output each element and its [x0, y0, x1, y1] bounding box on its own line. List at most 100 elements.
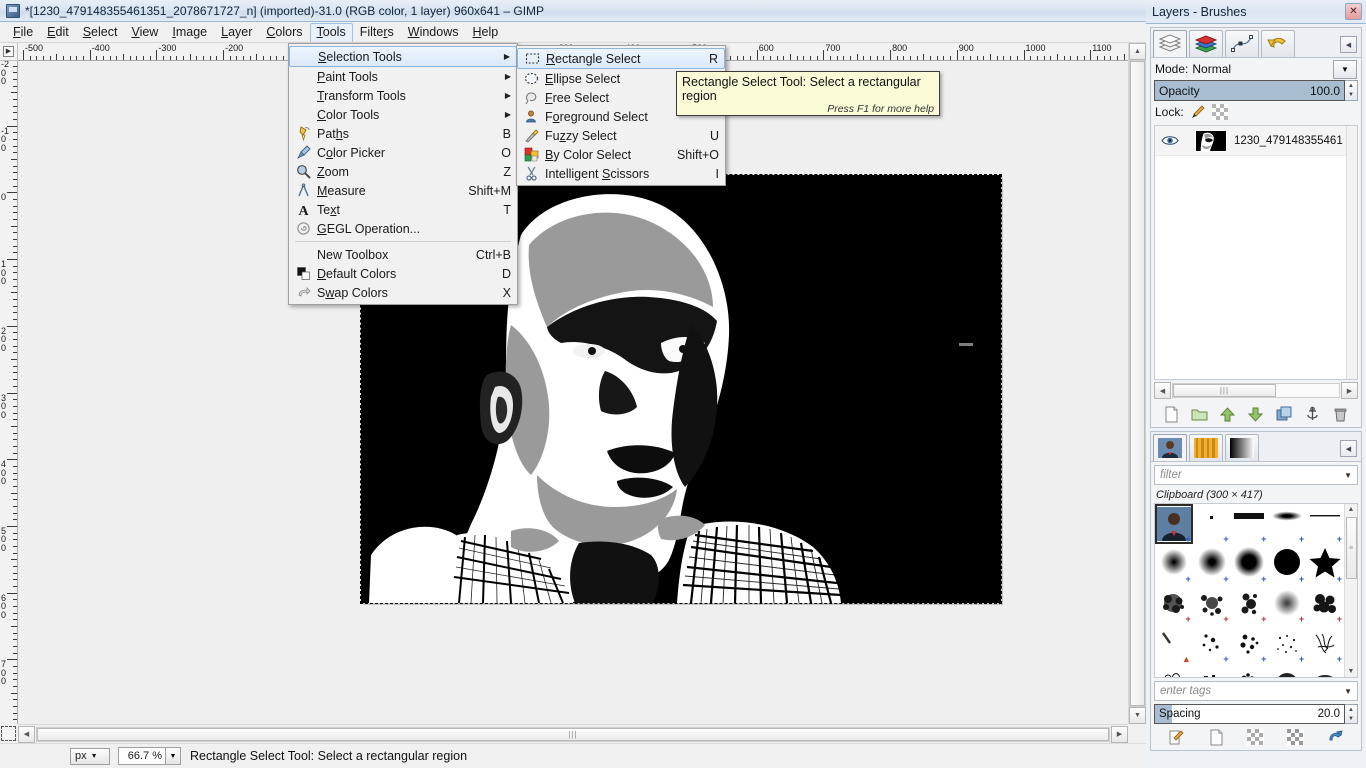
brush-item-splatter-2[interactable]: +: [1193, 584, 1231, 624]
layers-horizontal-scrollbar[interactable]: ◀ ||| ▶: [1154, 382, 1358, 399]
brush-item-splatter-5[interactable]: +: [1306, 584, 1344, 624]
gradients-tab[interactable]: [1225, 434, 1259, 461]
brush-item-softbar[interactable]: +: [1268, 504, 1306, 544]
brush-item-dense-blob[interactable]: +: [1268, 664, 1306, 677]
brush-item-clipboard[interactable]: +: [1155, 504, 1193, 544]
menu-layer[interactable]: Layer: [214, 23, 259, 42]
layer-mode-dropdown[interactable]: ▼: [1333, 59, 1357, 79]
scroll-right-button[interactable]: ▶: [1111, 725, 1128, 743]
menu-item-new-toolbox[interactable]: New Toolbox Ctrl+B: [289, 245, 517, 264]
chevron-down-icon[interactable]: ▼: [1344, 687, 1352, 696]
brush-item-fuzzy-small[interactable]: +: [1155, 544, 1193, 584]
layer-opacity-row[interactable]: Opacity 100.0 ▲ ▼: [1154, 80, 1358, 101]
zoom-dropdown-button[interactable]: ▼: [166, 747, 181, 765]
menu-item-zoom[interactable]: Zoom Z: [289, 162, 517, 181]
spinner-down-icon[interactable]: ▼: [1345, 91, 1357, 101]
ruler-unit-corner[interactable]: ▶: [0, 43, 18, 61]
anchor-layer-icon[interactable]: [1304, 406, 1321, 423]
menu-item-color-picker[interactable]: Color Picker O: [289, 143, 517, 162]
menu-file[interactable]: File: [6, 23, 40, 42]
brush-item-fuzzy-med[interactable]: +: [1193, 544, 1231, 584]
menu-view[interactable]: View: [124, 23, 165, 42]
delete-brush-icon[interactable]: [1287, 728, 1305, 746]
vertical-ruler[interactable]: -200-1000100200300400500600700800: [0, 61, 18, 724]
zoom-input[interactable]: 66.7 %: [118, 747, 166, 765]
layer-opacity-slider[interactable]: Opacity 100.0: [1154, 80, 1345, 101]
brush-item-sparse-3[interactable]: +: [1268, 624, 1306, 664]
menu-filters[interactable]: Filters: [353, 23, 401, 42]
layers-panel-menu-button[interactable]: ◀: [1340, 36, 1357, 53]
ruler-menu-icon[interactable]: ▶: [3, 46, 14, 57]
delete-layer-icon[interactable]: [1332, 406, 1349, 423]
layers-list[interactable]: 1230_479148355461: [1154, 125, 1358, 380]
menu-item-transform-tools[interactable]: Transform Tools ▶: [289, 86, 517, 105]
layers-scroll-track[interactable]: |||: [1172, 383, 1340, 398]
menu-item-color-tools[interactable]: Color Tools ▶: [289, 105, 517, 124]
lock-pixels-brush-icon[interactable]: [1190, 104, 1206, 120]
menu-item-rectangle-select[interactable]: Rectangle Select R: [517, 48, 725, 69]
menu-windows[interactable]: Windows: [401, 23, 466, 42]
eye-icon[interactable]: [1159, 134, 1181, 147]
menu-edit[interactable]: Edit: [40, 23, 76, 42]
duplicate-brush-icon[interactable]: [1247, 728, 1265, 746]
brush-scroll-thumb[interactable]: ≡: [1345, 517, 1357, 579]
menu-item-gegl-operation[interactable]: GEGL Operation...: [289, 219, 517, 238]
layers-scroll-right-button[interactable]: ▶: [1341, 382, 1358, 399]
menu-item-fuzzy-select[interactable]: Fuzzy Select U: [517, 126, 725, 145]
chevron-down-icon[interactable]: ▼: [1344, 471, 1352, 480]
brush-item-star[interactable]: +: [1306, 544, 1344, 584]
menu-item-measure[interactable]: Measure Shift+M: [289, 181, 517, 200]
unit-selector[interactable]: px ▼: [70, 747, 110, 765]
layer-row[interactable]: 1230_479148355461: [1155, 126, 1357, 156]
menu-tools[interactable]: Tools: [309, 22, 353, 42]
brush-item-dense-blob-2[interactable]: +: [1306, 664, 1344, 677]
menu-colors[interactable]: Colors: [259, 23, 309, 42]
brushes-panel-menu-button[interactable]: ◀: [1340, 440, 1357, 457]
brushes-tab[interactable]: [1153, 434, 1187, 461]
brush-item-splatter-1[interactable]: +: [1155, 584, 1193, 624]
brush-tags-input[interactable]: enter tags ▼: [1154, 681, 1358, 701]
brush-item-scratch[interactable]: +: [1306, 624, 1344, 664]
menu-item-selection-tools[interactable]: Selection Tools ▶: [289, 46, 517, 67]
spinner-down-icon[interactable]: ▼: [1345, 714, 1357, 723]
brush-item-bubbles-3[interactable]: +: [1231, 664, 1269, 677]
brush-item-hard-circle[interactable]: +: [1268, 544, 1306, 584]
channels-tab[interactable]: [1189, 30, 1223, 57]
brush-filter-input[interactable]: filter ▼: [1154, 465, 1358, 485]
brush-item-sparse-1[interactable]: +: [1193, 624, 1231, 664]
undo-history-tab[interactable]: [1261, 30, 1295, 57]
patterns-tab[interactable]: [1189, 434, 1223, 461]
menu-item-paths[interactable]: Paths B: [289, 124, 517, 143]
brush-item-fuzzy-large[interactable]: +: [1231, 544, 1269, 584]
brush-item-splatter-3[interactable]: +: [1231, 584, 1269, 624]
canvas-vscroll-thumb[interactable]: [1130, 61, 1145, 706]
brush-item-stroke-1[interactable]: ▲: [1155, 624, 1193, 664]
new-brush-icon[interactable]: [1208, 729, 1225, 746]
brush-spacing-slider[interactable]: Spacing 20.0: [1154, 704, 1345, 724]
menu-item-by-color-select[interactable]: By Color Select Shift+O: [517, 145, 725, 164]
scroll-up-button[interactable]: ▲: [1129, 43, 1146, 60]
brush-item-sparse-2[interactable]: +: [1231, 624, 1269, 664]
menu-item-default-colors[interactable]: Default Colors D: [289, 264, 517, 283]
brush-item-bubbles-2[interactable]: +: [1193, 664, 1231, 677]
brush-item-pixel[interactable]: +: [1193, 504, 1231, 544]
menu-item-paint-tools[interactable]: Paint Tools ▶: [289, 67, 517, 86]
lower-layer-icon[interactable]: [1247, 406, 1264, 423]
menu-select[interactable]: Select: [76, 23, 125, 42]
scroll-left-button[interactable]: ◀: [18, 725, 35, 743]
scroll-up-icon[interactable]: ▲: [1348, 504, 1355, 515]
spinner-up-icon[interactable]: ▲: [1345, 81, 1357, 91]
quick-mask-toggle[interactable]: [1, 726, 16, 741]
layers-scroll-thumb[interactable]: |||: [1173, 384, 1276, 397]
duplicate-layer-icon[interactable]: [1276, 406, 1293, 423]
brush-grid[interactable]: + + + + + + + + + + + + + + + ▲ + + + +: [1155, 504, 1344, 677]
paths-tab[interactable]: [1225, 30, 1259, 57]
layer-opacity-spinner[interactable]: ▲ ▼: [1345, 80, 1358, 101]
new-layer-group-icon[interactable]: [1191, 406, 1208, 423]
canvas-vertical-scrollbar[interactable]: ▲ ▼: [1128, 43, 1146, 724]
layers-tab[interactable]: [1153, 30, 1187, 57]
scroll-down-icon[interactable]: ▼: [1348, 666, 1355, 677]
brush-grid-scrollbar[interactable]: ▲ ≡ ▼: [1344, 504, 1357, 677]
menu-item-swap-colors[interactable]: Swap Colors X: [289, 283, 517, 302]
brush-spacing-spinner[interactable]: ▲ ▼: [1345, 704, 1358, 724]
